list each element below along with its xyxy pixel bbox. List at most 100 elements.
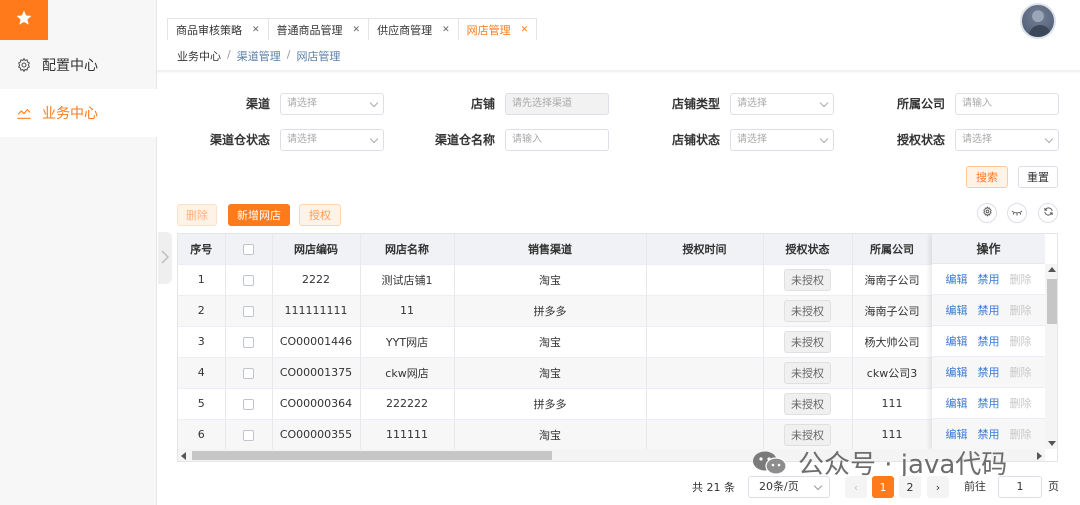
column-header: 操作 xyxy=(932,234,1045,264)
row-checkbox[interactable] xyxy=(243,429,254,441)
close-icon[interactable]: ✕ xyxy=(442,25,450,35)
delete-button[interactable]: 删除 xyxy=(177,204,217,226)
warehouse-status-placeholder: 请选择 xyxy=(287,134,317,145)
authorize-button[interactable]: 授权 xyxy=(299,204,341,226)
chevron-down-icon xyxy=(1044,134,1054,144)
edit-link[interactable]: 编辑 xyxy=(946,395,968,411)
tab-shop-management[interactable]: 网店管理 ✕ xyxy=(457,18,538,40)
table-row[interactable]: 4 CO00001375 ckw网店 淘宝 未授权 ckw公司3 xyxy=(178,357,933,389)
edit-link[interactable]: 编辑 xyxy=(946,364,968,380)
scroll-thumb[interactable] xyxy=(1047,279,1057,324)
row-checkbox[interactable] xyxy=(243,367,254,379)
scroll-thumb[interactable] xyxy=(192,451,552,460)
status-badge: 未授权 xyxy=(784,330,831,353)
search-button[interactable]: 搜索 xyxy=(966,166,1008,188)
warehouse-name-input[interactable]: 请输入 xyxy=(505,129,609,151)
row-checkbox[interactable] xyxy=(243,336,254,348)
scroll-down-icon[interactable] xyxy=(1048,441,1056,446)
refresh-button[interactable] xyxy=(1038,203,1058,223)
disable-link[interactable]: 禁用 xyxy=(978,302,1000,318)
close-icon[interactable]: ✕ xyxy=(521,25,529,35)
delete-link[interactable]: 删除 xyxy=(1010,364,1032,380)
table-row[interactable]: 2 111111111 11 拼多多 未授权 海南子公司 xyxy=(178,295,933,327)
collapse-handle[interactable] xyxy=(158,232,172,284)
logo[interactable] xyxy=(0,0,48,40)
row-actions: 编辑 禁用 删除 xyxy=(932,388,1045,419)
chevron-left-icon: ‹ xyxy=(853,480,859,494)
avatar[interactable] xyxy=(1020,3,1056,39)
row-checkbox[interactable] xyxy=(243,274,254,286)
row-number: 4 xyxy=(178,357,226,389)
status-badge: 未授权 xyxy=(784,268,831,291)
shop-type-select[interactable]: 请选择 xyxy=(730,93,834,115)
toggle-view-button[interactable] xyxy=(1007,203,1027,223)
company-cell: ckw公司3 xyxy=(852,357,933,389)
tab-label: 网店管理 xyxy=(466,23,511,37)
settings-tool-button[interactable] xyxy=(977,203,997,223)
edit-link[interactable]: 编辑 xyxy=(946,333,968,349)
delete-link[interactable]: 删除 xyxy=(1010,302,1032,318)
shop-name: YYT网店 xyxy=(360,326,455,358)
disable-link[interactable]: 禁用 xyxy=(978,333,1000,349)
select-all-checkbox[interactable] xyxy=(243,243,254,255)
edit-link[interactable]: 编辑 xyxy=(946,302,968,318)
channel-select[interactable]: 请选择 xyxy=(280,93,384,115)
disable-link[interactable]: 禁用 xyxy=(978,271,1000,287)
close-icon[interactable]: ✕ xyxy=(252,25,260,35)
edit-link[interactable]: 编辑 xyxy=(946,426,968,442)
disable-link[interactable]: 禁用 xyxy=(978,364,1000,380)
delete-link[interactable]: 删除 xyxy=(1010,426,1032,442)
row-number: 1 xyxy=(178,264,226,296)
disable-link[interactable]: 禁用 xyxy=(978,426,1000,442)
prev-page-button[interactable]: ‹ xyxy=(845,476,867,498)
delete-link[interactable]: 删除 xyxy=(1010,271,1032,287)
page-button[interactable]: 2 xyxy=(899,476,921,498)
breadcrumb-item[interactable]: 业务中心 xyxy=(177,48,221,64)
table-row[interactable]: 5 CO00000364 222222 拼多多 未授权 111 xyxy=(178,388,933,420)
close-icon[interactable]: ✕ xyxy=(353,25,361,35)
delete-link[interactable]: 删除 xyxy=(1010,333,1032,349)
sales-channel: 拼多多 xyxy=(454,295,647,327)
shop-status-select[interactable]: 请选择 xyxy=(730,129,834,151)
table-row[interactable]: 1 2222 测试店铺1 淘宝 未授权 海南子公司 xyxy=(178,264,933,296)
breadcrumb-item[interactable]: 渠道管理 xyxy=(237,48,281,64)
auth-status-select[interactable]: 请选择 xyxy=(955,129,1059,151)
pagination-total: 共 21 条 xyxy=(692,481,735,494)
tab-bar: 商品审核策略 ✕ 普通商品管理 ✕ 供应商管理 ✕ 网店管理 ✕ xyxy=(157,0,1080,42)
gear-icon xyxy=(982,206,993,220)
edit-link[interactable]: 编辑 xyxy=(946,271,968,287)
scroll-up-icon[interactable] xyxy=(1048,267,1056,272)
shop-name: 11 xyxy=(360,295,455,327)
status-badge: 未授权 xyxy=(784,423,831,446)
page-button[interactable]: 1 xyxy=(872,476,894,498)
disable-link[interactable]: 禁用 xyxy=(978,395,1000,411)
shop-input[interactable]: 请先选择渠道 xyxy=(505,93,609,115)
goto-page-input[interactable]: 1 xyxy=(998,476,1042,498)
delete-link[interactable]: 删除 xyxy=(1010,395,1032,411)
breadcrumb-item[interactable]: 网店管理 xyxy=(296,48,340,64)
next-page-button[interactable]: › xyxy=(927,476,949,498)
row-number: 5 xyxy=(178,388,226,420)
sidebar-item-config[interactable]: 配置中心 xyxy=(0,41,157,89)
vertical-scrollbar[interactable] xyxy=(1045,264,1057,449)
table-row[interactable]: 3 CO00001446 YYT网店 淘宝 未授权 杨大帅公司 xyxy=(178,326,933,358)
shop-name: ckw网店 xyxy=(360,357,455,389)
page-size-select[interactable]: 20条/页 xyxy=(748,476,830,498)
reset-button[interactable]: 重置 xyxy=(1018,166,1058,188)
tab-product-review[interactable]: 商品审核策略 ✕ xyxy=(167,18,268,40)
tab-label: 普通商品管理 xyxy=(276,23,343,37)
add-shop-button[interactable]: 新增网店 xyxy=(228,204,290,226)
warehouse-status-select[interactable]: 请选择 xyxy=(280,129,384,151)
tab-product-management[interactable]: 普通商品管理 ✕ xyxy=(267,18,369,40)
column-header: 网店编码 xyxy=(272,234,361,265)
row-checkbox[interactable] xyxy=(243,305,254,317)
shop-code: CO00001375 xyxy=(272,357,361,389)
tab-supplier-management[interactable]: 供应商管理 ✕ xyxy=(368,18,458,40)
company-input[interactable]: 请输入 xyxy=(955,93,1059,115)
scroll-left-icon[interactable] xyxy=(181,452,186,460)
auth-time xyxy=(646,357,764,389)
sidebar-item-business[interactable]: 业务中心 xyxy=(0,89,157,137)
row-checkbox[interactable] xyxy=(243,398,254,410)
sales-channel: 淘宝 xyxy=(454,264,647,296)
scroll-right-icon[interactable] xyxy=(1037,452,1042,460)
